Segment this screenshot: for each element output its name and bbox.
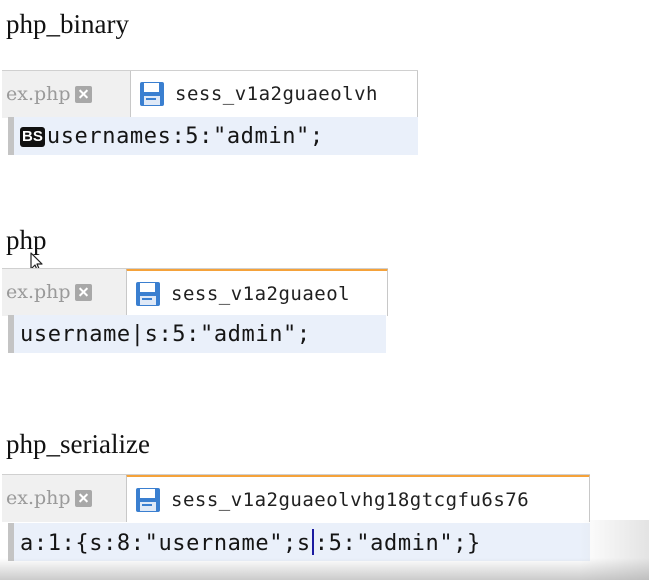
text-caret — [311, 528, 314, 555]
code-text: :5:"admin";} — [314, 530, 481, 556]
code-text: usernames:5:"admin"; — [46, 123, 324, 149]
tab-label: ex.php — [6, 487, 71, 509]
tab-label: sess_v1a2guaeol — [171, 282, 351, 305]
section-title-php-binary: php_binary — [6, 9, 129, 39]
code-text: username|s:5:"admin"; — [20, 321, 311, 347]
code-text: a:1:{s:8:"username";s — [20, 530, 311, 556]
tab-bar: ex.php sess_v1a2guaeolvhg18gtcgfu6s76 — [2, 474, 590, 522]
code-line: a:1:{s:8:"username";s:5:"admin";} — [14, 528, 481, 556]
tab-label: ex.php — [6, 281, 71, 303]
tab-session-file[interactable]: sess_v1a2guaeol — [126, 269, 388, 316]
close-icon[interactable] — [74, 283, 92, 301]
editor-line[interactable]: username|s:5:"admin"; — [8, 315, 386, 353]
code-line: BS usernames:5:"admin"; — [14, 124, 324, 149]
tab-label: ex.php — [6, 83, 71, 105]
tab-index-php[interactable]: ex.php — [2, 269, 92, 315]
close-icon[interactable] — [74, 489, 92, 507]
tab-session-file[interactable]: sess_v1a2guaeolvhg18gtcgfu6s76 — [126, 475, 590, 522]
control-char-badge: BS — [20, 126, 45, 147]
tab-index-php[interactable]: ex.php — [2, 475, 92, 521]
tab-label: sess_v1a2guaeolvhg18gtcgfu6s76 — [171, 488, 530, 511]
save-icon — [136, 281, 160, 306]
video-overlay-shadow — [0, 558, 649, 580]
editor-line[interactable]: a:1:{s:8:"username";s:5:"admin";} — [8, 523, 590, 561]
tab-index-php[interactable]: ex.php — [2, 71, 92, 117]
save-icon — [136, 487, 160, 512]
tab-bar: ex.php sess_v1a2guaeol — [2, 268, 388, 316]
tab-label: sess_v1a2guaeolvh — [175, 83, 378, 105]
save-icon — [140, 82, 164, 106]
tab-session-file[interactable]: sess_v1a2guaeolvh — [130, 71, 418, 118]
editor-line[interactable]: BS usernames:5:"admin"; — [8, 117, 418, 155]
close-icon[interactable] — [74, 85, 92, 103]
section-title-php-serialize: php_serialize — [6, 429, 150, 459]
tab-bar: ex.php sess_v1a2guaeolvh — [2, 70, 418, 118]
